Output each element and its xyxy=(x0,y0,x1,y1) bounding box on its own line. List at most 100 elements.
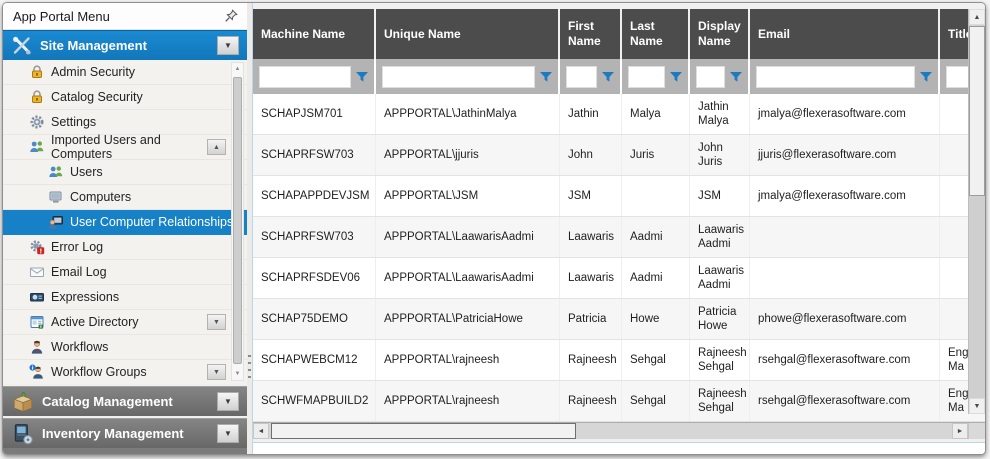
table-row[interactable]: SCHAPJSM701 APPPORTAL\JathinMalya Jathin… xyxy=(253,94,985,135)
sidebar-item-settings[interactable]: Settings xyxy=(3,110,247,135)
scroll-left-icon[interactable]: ◄ xyxy=(253,423,269,439)
filter-icon[interactable] xyxy=(354,69,370,85)
section-site-management[interactable]: Site Management ▼ xyxy=(3,30,247,60)
horizontal-scrollbar-thumb[interactable] xyxy=(271,423,576,439)
inventory-computer-icon xyxy=(11,422,35,446)
item-label: Expressions xyxy=(51,290,119,304)
scroll-right-icon[interactable]: ► xyxy=(952,423,968,439)
filter-icon[interactable] xyxy=(538,69,554,85)
horizontal-scrollbar[interactable]: ◄ ► xyxy=(253,422,985,439)
first-name-filter-input[interactable] xyxy=(566,66,597,88)
table-row[interactable]: SCHAPRFSDEV06 APPPORTAL\LaawarisAadmi La… xyxy=(253,258,985,299)
vertical-scrollbar-thumb[interactable] xyxy=(969,26,985,196)
grid-body: SCHAPJSM701 APPPORTAL\JathinMalya Jathin… xyxy=(253,94,985,422)
chevron-down-icon: ▼ xyxy=(224,41,232,50)
sidebar-item-users[interactable]: Users xyxy=(3,160,247,185)
section-inventory-management[interactable]: Inventory Management ▼ xyxy=(3,418,247,448)
sidebar-item-expressions[interactable]: Expressions xyxy=(3,285,247,310)
filter-icon[interactable] xyxy=(668,69,684,85)
menu-titlebar: App Portal Menu xyxy=(3,3,247,30)
lock-icon xyxy=(29,64,45,80)
table-row[interactable]: SCHAPWEBCM12 APPPORTAL\rajneesh Rajneesh… xyxy=(253,340,985,381)
section-catalog-management[interactable]: Catalog Management ▼ xyxy=(3,386,247,416)
column-header-machine-name[interactable]: Machine Name xyxy=(253,9,376,59)
machine-name-filter-input[interactable] xyxy=(259,66,351,88)
workflow-groups-expand-button[interactable]: ▼ xyxy=(207,364,226,380)
cell-machine-name: SCHAPAPPDEVJSM xyxy=(253,176,376,216)
cell-machine-name: SCHAPRFSW703 xyxy=(253,217,376,257)
filter-icon[interactable] xyxy=(600,69,616,85)
sidebar-item-workflow-groups[interactable]: Workflow Groups ▼ xyxy=(3,360,247,384)
cell-email xyxy=(750,217,940,257)
site-management-collapse-button[interactable]: ▼ xyxy=(217,36,239,55)
cell-email: phowe@flexerasoftware.com xyxy=(750,299,940,339)
sidebar-item-user-computer-relationships[interactable]: User Computer Relationships xyxy=(3,210,247,235)
user-computer-relationships-panel: Machine Name Unique Name First Name Last… xyxy=(252,3,985,454)
pane-splitter[interactable] xyxy=(247,3,252,454)
table-row[interactable]: SCHWFMAPBUILD2 APPPORTAL\rajneesh Rajnee… xyxy=(253,381,985,422)
person-info-icon xyxy=(29,364,45,380)
expressions-icon xyxy=(29,289,45,305)
cell-first-name: JSM xyxy=(560,176,622,216)
sidebar-scrollbar[interactable]: ▲ ▼ xyxy=(231,62,244,381)
cell-unique-name: APPPORTAL\rajneesh xyxy=(376,381,560,421)
item-label: Workflows xyxy=(51,340,108,354)
sidebar-item-email-log[interactable]: Email Log xyxy=(3,260,247,285)
catalog-management-expand-button[interactable]: ▼ xyxy=(217,392,239,411)
scroll-down-icon[interactable]: ▼ xyxy=(969,398,985,414)
filter-icon[interactable] xyxy=(918,69,934,85)
gear-icon xyxy=(29,114,45,130)
section-label: Inventory Management xyxy=(42,426,184,441)
sidebar-item-catalog-security[interactable]: Catalog Security xyxy=(3,85,247,110)
display-name-filter-input[interactable] xyxy=(696,66,725,88)
column-header-last-name[interactable]: Last Name xyxy=(622,9,690,59)
column-header-display-name[interactable]: Display Name xyxy=(690,9,750,59)
imported-users-collapse-button[interactable]: ▲ xyxy=(207,139,226,155)
item-label: Error Log xyxy=(51,240,103,254)
cell-email: jmalya@flexerasoftware.com xyxy=(750,176,940,216)
pin-icon[interactable] xyxy=(223,8,239,24)
table-row[interactable]: SCHAP75DEMO APPPORTAL\PatriciaHowe Patri… xyxy=(253,299,985,340)
horizontal-scrollbar-track[interactable] xyxy=(269,423,952,439)
table-row[interactable]: SCHAPRFSW703 APPPORTAL\jjuris John Juris… xyxy=(253,135,985,176)
sidebar-filler xyxy=(3,448,247,454)
unique-name-filter-input[interactable] xyxy=(382,66,535,88)
chevron-down-icon: ▼ xyxy=(213,319,220,326)
table-row[interactable]: SCHAPAPPDEVJSM APPPORTAL\JSM JSM JSM jma… xyxy=(253,176,985,217)
cell-machine-name: SCHAPRFSW703 xyxy=(253,135,376,175)
last-name-filter-input[interactable] xyxy=(628,66,665,88)
directory-card-icon xyxy=(29,314,45,330)
vertical-scrollbar[interactable]: ▲ ▼ xyxy=(968,9,985,414)
cell-first-name: Laawaris xyxy=(560,258,622,298)
cell-email: jjuris@flexerasoftware.com xyxy=(750,135,940,175)
email-filter-input[interactable] xyxy=(756,66,915,88)
filter-icon[interactable] xyxy=(728,69,744,85)
cell-last-name: Aadmi xyxy=(622,258,690,298)
scroll-down-icon[interactable]: ▼ xyxy=(232,371,243,377)
column-header-email[interactable]: Email xyxy=(750,9,940,59)
sidebar-item-computers[interactable]: Computers xyxy=(3,185,247,210)
users-computers-icon xyxy=(29,139,45,155)
user-computer-icon xyxy=(48,214,64,230)
cell-first-name: Jathin xyxy=(560,94,622,134)
table-row[interactable]: SCHAPRFSW703 APPPORTAL\LaawarisAadmi Laa… xyxy=(253,217,985,258)
cell-display-name: Patricia Howe xyxy=(690,299,750,339)
inventory-management-expand-button[interactable]: ▼ xyxy=(217,424,239,443)
item-label: Imported Users and Computers xyxy=(51,133,201,161)
cell-unique-name: APPPORTAL\JathinMalya xyxy=(376,94,560,134)
sidebar-item-admin-security[interactable]: Admin Security xyxy=(3,60,247,85)
chevron-down-icon: ▼ xyxy=(224,429,232,438)
scroll-up-icon[interactable]: ▲ xyxy=(969,9,985,25)
sidebar-item-workflows[interactable]: Workflows xyxy=(3,335,247,360)
sidebar-scrollbar-thumb[interactable] xyxy=(233,77,242,364)
scroll-up-icon[interactable]: ▲ xyxy=(232,66,243,72)
sidebar-item-error-log[interactable]: Error Log xyxy=(3,235,247,260)
sidebar-item-imported-users-and-computers[interactable]: Imported Users and Computers ▲ xyxy=(3,135,247,160)
chevron-down-icon: ▼ xyxy=(213,369,220,376)
column-header-first-name[interactable]: First Name xyxy=(560,9,622,59)
cell-first-name: Patricia xyxy=(560,299,622,339)
column-header-unique-name[interactable]: Unique Name xyxy=(376,9,560,59)
active-directory-expand-button[interactable]: ▼ xyxy=(207,314,226,330)
sidebar-item-active-directory[interactable]: Active Directory ▼ xyxy=(3,310,247,335)
cell-last-name: Aadmi xyxy=(622,217,690,257)
